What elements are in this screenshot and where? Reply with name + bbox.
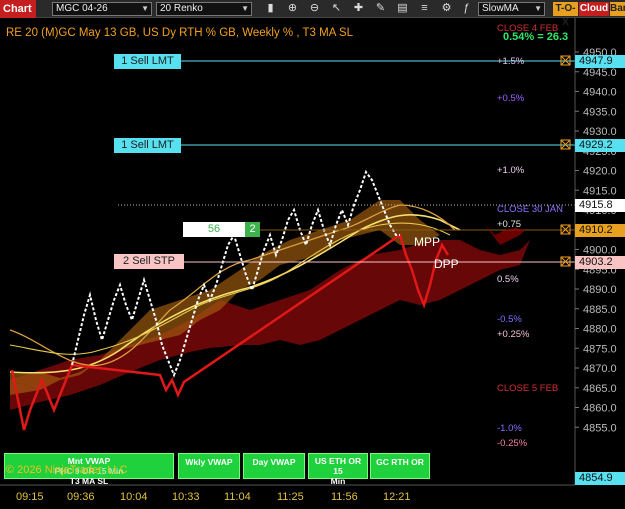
- zoom-out-icon[interactable]: ⊖: [307, 1, 322, 16]
- mpp-label: MPP: [414, 235, 440, 249]
- drawing-tool-icon[interactable]: ✎: [373, 1, 388, 16]
- instrument-value: MGC 04-26: [56, 3, 108, 14]
- y-axis-ticks: 4950.04945.04940.04935.04930.04925.04920…: [575, 47, 617, 434]
- weekly-vwap-button[interactable]: Wkly VWAP: [178, 453, 240, 479]
- x-tick-label: 11:25: [277, 491, 304, 503]
- level-label: CLOSE 30 JAN: [497, 204, 563, 215]
- price-tag-sell-limit-2: 4929.2: [575, 139, 625, 152]
- price-tag-sell-limit-1: 4947.9: [575, 55, 625, 68]
- chart-menu-button[interactable]: Chart: [0, 0, 36, 18]
- x-tick-label: 11:04: [224, 491, 251, 503]
- button-line: T3 MA SL: [69, 476, 109, 486]
- bar-chart-icon[interactable]: ▮: [263, 1, 278, 16]
- level-label: +0.25%: [497, 329, 530, 340]
- y-tick-label: 4900.0: [583, 245, 617, 257]
- bar-button[interactable]: Bar: [610, 2, 625, 16]
- x-tick-label: 12:21: [383, 491, 411, 503]
- percent-readout: 0.54% = 26.3: [503, 31, 569, 43]
- sell-limit-order-2[interactable]: 1 Sell LMT: [114, 138, 181, 153]
- y-tick-label: 4865.0: [583, 383, 617, 395]
- indicator-select[interactable]: SlowMA ▼: [478, 2, 545, 16]
- level-label: 0.5%: [497, 274, 519, 285]
- position-pnl[interactable]: 56: [183, 222, 245, 237]
- button-line: GC RTH OR: [376, 457, 424, 467]
- gc-rth-or-button[interactable]: GC RTH OR: [370, 453, 430, 479]
- tox-button[interactable]: T-O-X: [553, 2, 578, 28]
- price-tag-bottom: 4854.9: [575, 472, 625, 485]
- level-label: -0.25%: [497, 438, 528, 449]
- instrument-select[interactable]: MGC 04-26 ▼: [52, 2, 152, 16]
- x-tick-label: 11:56: [331, 491, 358, 503]
- chart-plot-area[interactable]: 4950.04945.04940.04935.04930.04925.04920…: [0, 18, 625, 509]
- y-tick-label: 4860.0: [583, 403, 617, 415]
- level-label: CLOSE 5 FEB: [497, 383, 558, 394]
- level-label: +1.5%: [497, 56, 525, 67]
- y-tick-label: 4920.0: [583, 166, 617, 178]
- us-eth-or-button[interactable]: US ETH OR 15 Min: [308, 453, 368, 486]
- pointer-icon[interactable]: ↖: [329, 1, 344, 16]
- y-tick-label: 4880.0: [583, 324, 617, 336]
- day-vwap-button[interactable]: Day VWAP: [243, 453, 305, 479]
- button-line: US ETH OR 15: [314, 456, 362, 476]
- chart-title: RE 20 (M)GC May 13 GB, US Dy RTH % GB, W…: [6, 27, 354, 39]
- button-line: Min: [330, 476, 346, 486]
- chevron-down-icon: ▼: [141, 4, 149, 13]
- sell-limit-order-1[interactable]: 1 Sell LMT: [114, 54, 181, 69]
- y-tick-label: 4875.0: [583, 343, 617, 355]
- y-tick-label: 4890.0: [583, 284, 617, 296]
- y-tick-label: 4915.0: [583, 185, 617, 197]
- price-tag-sell-stop: 4903.2: [575, 256, 625, 269]
- copyright-text: © 2026 NinjaTrader, LLC: [6, 464, 128, 476]
- sell-stop-order[interactable]: 2 Sell STP: [114, 254, 184, 269]
- price-chart: 4950.04945.04940.04935.04930.04925.04920…: [0, 18, 617, 503]
- price-tag-last: 4915.8: [575, 199, 625, 212]
- level-label: -1.0%: [497, 423, 522, 434]
- y-tick-label: 4870.0: [583, 363, 617, 375]
- x-tick-label: 09:15: [16, 491, 44, 503]
- y-tick-label: 4935.0: [583, 106, 617, 118]
- y-tick-label: 4940.0: [583, 87, 617, 99]
- strategy-icon[interactable]: ⚙: [439, 1, 454, 16]
- template-icon[interactable]: ▤: [395, 1, 410, 16]
- indicator-icon[interactable]: ƒ: [459, 1, 474, 16]
- price-tag-position: 4910.2: [575, 224, 625, 237]
- x-tick-label: 10:33: [172, 491, 200, 503]
- button-line: Wkly VWAP: [185, 457, 233, 467]
- level-label: +0.75: [497, 219, 521, 230]
- bar-type-select[interactable]: 20 Renko ▼: [156, 2, 252, 16]
- x-axis-ticks: 09:15 09:36 10:04 10:33 11:04 11:25 11:56 12:21: [16, 491, 411, 503]
- chevron-down-icon: ▼: [241, 4, 249, 13]
- position-qty[interactable]: 2: [245, 222, 260, 237]
- chart-toolbar: Chart MGC 04-26 ▼ 20 Renko ▼ ▮ ⊕ ⊖ ↖ ✚ ✎…: [0, 0, 625, 28]
- y-tick-label: 4945.0: [583, 67, 617, 79]
- zoom-in-icon[interactable]: ⊕: [285, 1, 300, 16]
- x-tick-label: 10:04: [120, 491, 148, 503]
- button-line: Day VWAP: [252, 457, 296, 467]
- chevron-down-icon: ▼: [534, 4, 542, 13]
- indicator-value: SlowMA: [482, 3, 519, 14]
- y-tick-label: 4930.0: [583, 126, 617, 138]
- x-tick-label: 09:36: [67, 491, 95, 503]
- level-label: -0.5%: [497, 314, 522, 325]
- level-label: +0.5%: [497, 93, 525, 104]
- properties-icon[interactable]: ≡: [417, 1, 432, 16]
- crosshair-icon[interactable]: ✚: [351, 1, 366, 16]
- y-tick-label: 4885.0: [583, 304, 617, 316]
- cloud-button[interactable]: Cloud: [579, 2, 609, 16]
- y-tick-label: 4855.0: [583, 422, 617, 434]
- bar-type-value: 20 Renko: [160, 3, 203, 14]
- level-label: +1.0%: [497, 165, 525, 176]
- dpp-label: DPP: [434, 257, 459, 271]
